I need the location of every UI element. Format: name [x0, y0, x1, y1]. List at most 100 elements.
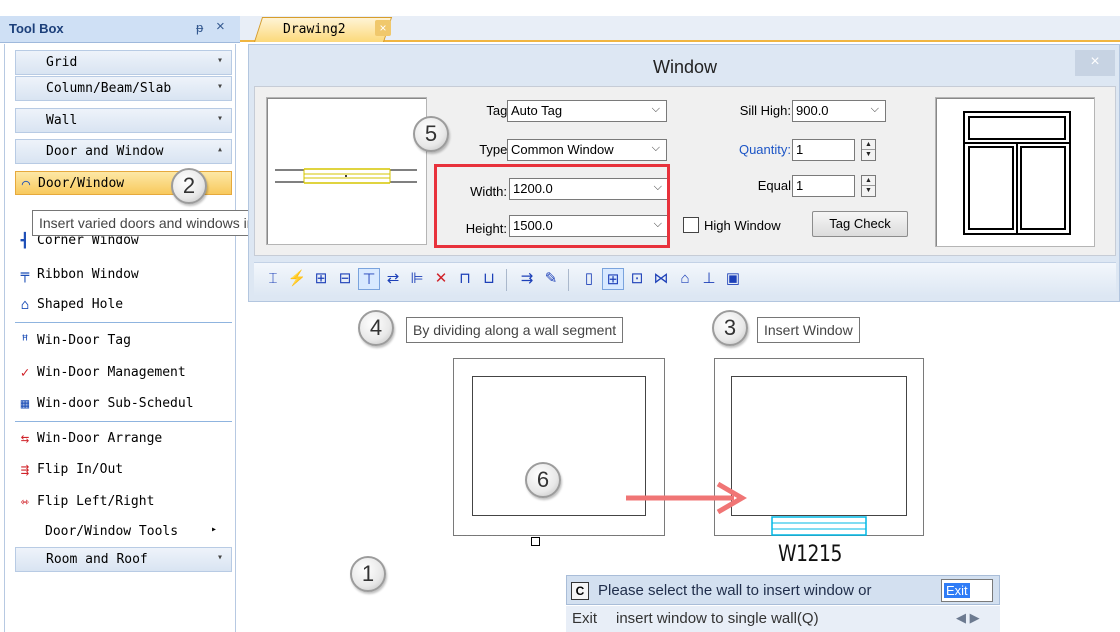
chevron-down-icon: ⌵	[651, 142, 660, 154]
wall-selection-dashed	[453, 535, 665, 536]
callout-6: 6	[525, 462, 561, 498]
category-label: Wall	[46, 113, 78, 128]
quantity-stepper[interactable]: ▲ ▼	[861, 139, 876, 161]
tab-close-icon[interactable]: ×	[375, 20, 391, 36]
toolbar-separator	[568, 269, 569, 291]
arrow-icon	[626, 481, 747, 515]
tool-win-door-arrange[interactable]: ⇆ Win-Door Arrange	[15, 427, 232, 451]
tag-check-button[interactable]: Tag Check	[812, 211, 908, 237]
tool-flip-in-out[interactable]: ⇶ Flip In/Out	[15, 458, 232, 482]
chevron-down-icon: ▾	[216, 55, 223, 66]
divide-wall-segment-icon[interactable]: ⊤	[358, 268, 380, 290]
axis-insert-icon[interactable]: ⊟	[334, 268, 356, 290]
equal-stepper[interactable]: ▲ ▼	[861, 175, 876, 197]
tool-shaped-hole[interactable]: ⌂ Shaped Hole	[15, 293, 232, 317]
window-toolbar: ⌶ ⚡ ⊞ ⊟ ⊤ ⇄ ⊫ ✕ ⊓ ⊔ ⇉ ✎ ▯ ⊞ ⊡ ⋈ ⌂ ⊥ ▣	[254, 262, 1116, 296]
room-insert-icon[interactable]: ✕	[430, 268, 452, 290]
category-column-beam-slab[interactable]: Column/Beam/Slab ▾	[15, 76, 232, 101]
tool-ribbon-window[interactable]: ╤ Ribbon Window	[15, 263, 232, 287]
wall-group-icon[interactable]: ⊓	[454, 268, 476, 290]
arrange-icon: ⇆	[20, 431, 30, 447]
command-input[interactable]: Exit	[941, 579, 993, 602]
chevron-up-icon: ▴	[216, 144, 223, 155]
dialog-title: Window	[652, 57, 718, 77]
tool-label: Flip In/Out	[37, 462, 124, 477]
sill-high-value: 900.0	[796, 103, 829, 118]
niche-icon[interactable]: ▣	[722, 268, 744, 290]
insert-window-icon[interactable]: ⊞	[602, 268, 624, 290]
grip-square[interactable]	[531, 537, 540, 546]
free-insert-icon[interactable]: ⌶	[262, 268, 284, 290]
tool-label: Flip Left/Right	[37, 494, 155, 509]
wall-hole-icon[interactable]: ⊥	[698, 268, 720, 290]
category-door-and-window[interactable]: Door and Window ▴	[15, 139, 232, 164]
inserted-window-symbol	[771, 516, 867, 536]
tool-win-door-tag[interactable]: ꟸ Win-Door Tag	[15, 329, 232, 353]
callout-2: 2	[171, 168, 207, 204]
bay-window-icon[interactable]: ⋈	[650, 268, 672, 290]
tool-win-door-management[interactable]: ✓ Win-Door Management	[15, 361, 232, 385]
tool-flip-left-right[interactable]: ⇿ Flip Left/Right	[15, 490, 232, 514]
chevron-down-icon: ▾	[216, 552, 223, 563]
arch-icon[interactable]: ⌂	[674, 268, 696, 290]
equal-value: 1	[796, 178, 804, 193]
quantity-value: 1	[796, 142, 804, 157]
quantity-link[interactable]: Quantity:	[715, 142, 791, 157]
scroll-arrows-icon[interactable]: ◀ ▶	[956, 610, 980, 626]
sill-high-label: Sill High:	[739, 103, 791, 118]
callout-1: 1	[350, 556, 386, 592]
tool-label: Win-Door Management	[37, 365, 186, 380]
dialog-close-button[interactable]: ×	[1075, 50, 1115, 76]
tool-label: Win-Door Arrange	[37, 431, 163, 446]
close-icon[interactable]: ×	[216, 18, 225, 35]
tool-label: Ribbon Window	[37, 267, 139, 282]
tool-label: Door/Window Tools	[45, 524, 179, 539]
chevron-right-icon: ▸	[211, 524, 218, 535]
along-wall-icon[interactable]: ⚡	[286, 268, 308, 290]
tool-door-window-tools[interactable]: Door/Window Tools ▸	[15, 520, 232, 544]
category-wall[interactable]: Wall ▾	[15, 108, 232, 133]
shaped-hole-icon: ⌂	[20, 297, 30, 313]
document-tabbar: Drawing2 ×	[240, 16, 1120, 42]
equal-field[interactable]: 1	[792, 175, 855, 197]
tool-label: Win-door Sub-Schedul	[37, 396, 194, 411]
room-after	[731, 376, 907, 516]
tool-label: Shaped Hole	[37, 297, 124, 312]
tool-win-door-sub-schedule[interactable]: ▦ Win-door Sub-Schedul	[15, 392, 232, 416]
toolbox-header: Tool Box ᵽ ×	[0, 16, 240, 43]
chevron-down-icon: ⌵	[870, 103, 879, 115]
door-window-icon: ⌒	[21, 176, 31, 192]
pick-icon[interactable]: ✎	[540, 268, 562, 290]
category-grid[interactable]: Grid ▾	[15, 50, 232, 75]
command-prompt-text: Please select the wall to insert window …	[598, 582, 872, 599]
width-height-highlight	[434, 164, 670, 248]
replace-icon[interactable]: ⇉	[516, 268, 538, 290]
window-dialog: Window × Tag: Auto Tag ⌵ Type: Common Wi…	[248, 44, 1120, 302]
room-before	[472, 376, 646, 516]
category-label: Grid	[46, 55, 78, 70]
command-hint-text: insert window to single wall(Q)	[616, 610, 819, 627]
pin-icon[interactable]: ᵽ	[196, 20, 203, 35]
category-label: Room and Roof	[46, 552, 148, 567]
window-group-icon[interactable]: ⊔	[478, 268, 500, 290]
tag-select[interactable]: Auto Tag ⌵	[507, 100, 667, 122]
command-option-exit[interactable]: Exit	[944, 583, 970, 598]
flip-inout-icon: ⇶	[20, 462, 30, 478]
door-combo-icon[interactable]: ⊡	[626, 268, 648, 290]
offset-insert-icon[interactable]: ⇄	[382, 268, 404, 290]
type-label: Type:	[479, 142, 511, 157]
command-hint-exit[interactable]: Exit	[572, 610, 597, 627]
tab-label[interactable]: Drawing2	[283, 22, 346, 37]
door-icon[interactable]: ▯	[578, 268, 600, 290]
management-icon: ✓	[20, 365, 30, 381]
high-window-checkbox[interactable]	[683, 217, 699, 233]
command-prompt: C Please select the wall to insert windo…	[566, 575, 1000, 605]
sill-high-select[interactable]: 900.0 ⌵	[792, 100, 886, 122]
category-room-and-roof[interactable]: Room and Roof ▾	[15, 547, 232, 572]
type-select[interactable]: Common Window ⌵	[507, 139, 667, 161]
equal-label: Equal	[757, 178, 791, 193]
corner-insert-icon[interactable]: ⊫	[406, 268, 428, 290]
grid-insert-icon[interactable]: ⊞	[310, 268, 332, 290]
chevron-down-icon: ▾	[216, 113, 223, 124]
quantity-field[interactable]: 1	[792, 139, 855, 161]
